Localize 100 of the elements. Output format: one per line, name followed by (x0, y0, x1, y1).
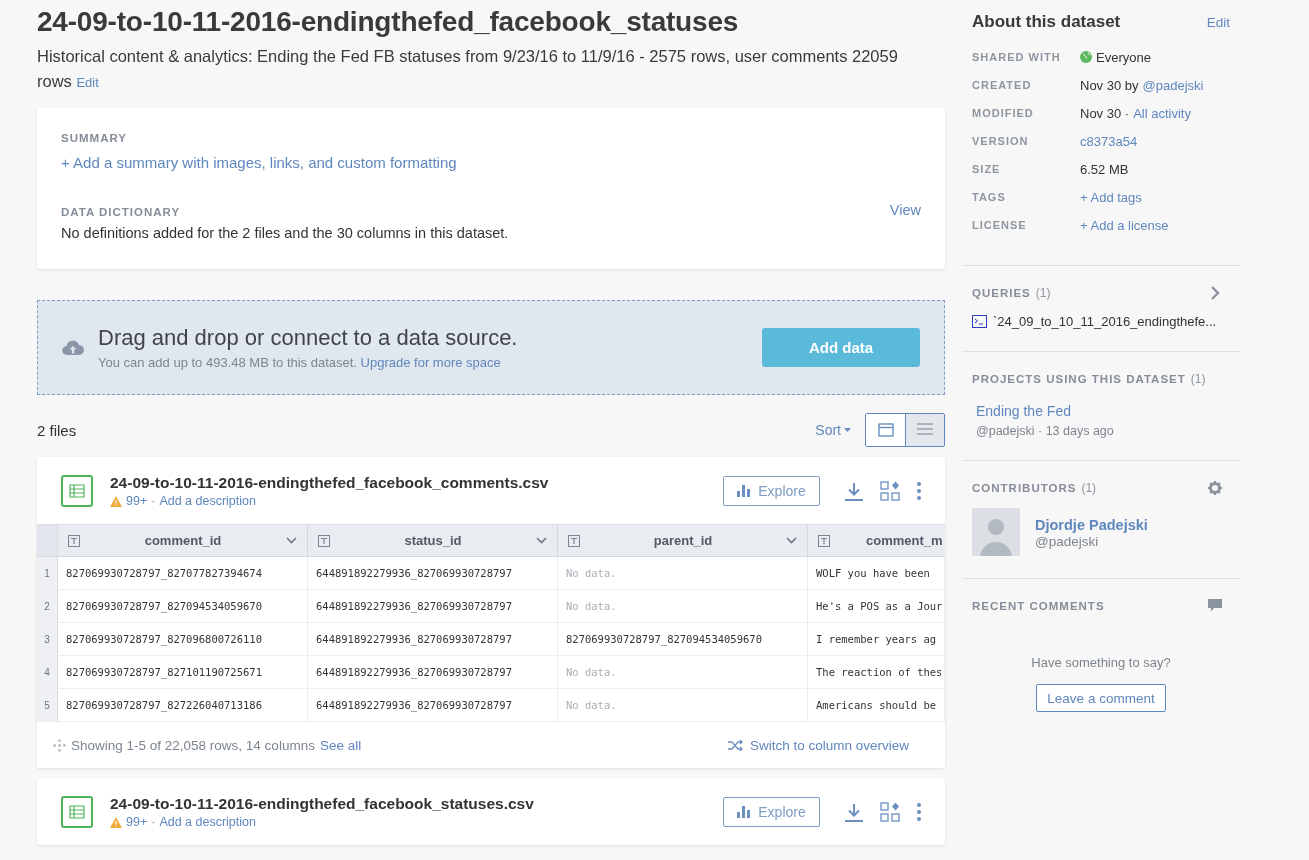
explore-button[interactable]: Explore (723, 476, 820, 506)
meta-link[interactable]: c8373a54 (1080, 133, 1138, 149)
globe-icon (1080, 51, 1092, 63)
card-layout-icon (877, 423, 894, 437)
row-number: 3 (37, 623, 58, 655)
upgrade-link[interactable]: Upgrade for more space (360, 355, 501, 370)
text-type-icon (568, 534, 580, 547)
dictionary-text: No definitions added for the 2 files and the 30 columns in this dataset. (61, 225, 510, 241)
file-name: 24-09-to-10-11-2016-endingthefed_facebook_statuses.csv (110, 795, 535, 813)
list-view-button[interactable] (905, 414, 944, 446)
add-widget-icon[interactable] (880, 802, 900, 822)
column-header[interactable]: comment_m (808, 525, 945, 556)
table-cell: 644891892279936_827069930728797 (308, 689, 558, 721)
edit-link[interactable]: Edit (76, 75, 99, 90)
drop-heading: Drag and drop or connect to a data source. (98, 325, 519, 351)
storage-note: You can add up to 493.48 MB to this dataset. (98, 355, 357, 370)
meta-link[interactable]: + Add tags (1080, 189, 1142, 205)
meta-value: Nov 30 by (1080, 77, 1139, 93)
column-header[interactable]: status_id (308, 525, 558, 556)
table-cell: 827069930728797_827226040713186 (58, 689, 308, 721)
view-link[interactable]: View (889, 202, 921, 218)
project-link[interactable]: Ending the Fed (976, 403, 1071, 419)
download-icon[interactable] (845, 481, 863, 501)
section-label: PROJECTS USING THIS DATASET (972, 373, 1186, 385)
meta-value: Nov 30 · (1080, 105, 1130, 121)
caret-icon (844, 428, 851, 432)
section-label: QUERIES (972, 287, 1031, 299)
table-cell: 644891892279936_827069930728797 (308, 590, 558, 622)
shuffle-icon (727, 739, 743, 751)
see-all-link[interactable]: See all (319, 737, 362, 753)
meta-label: MODIFIED (972, 107, 1035, 119)
table-cell: 644891892279936_827069930728797 (308, 557, 558, 589)
add-description-link[interactable]: Add a description (159, 494, 256, 508)
meta-link[interactable]: + Add a license (1080, 217, 1169, 233)
comment-icon[interactable] (1208, 599, 1222, 612)
section-label: SUMMARY (61, 132, 128, 144)
rows-summary: Showing 1-5 of 22,058 rows, 14 columns (71, 737, 315, 753)
table-cell: 827069930728797_827077827394674 (58, 557, 308, 589)
edit-link[interactable]: Edit (1206, 14, 1230, 30)
drop-zone[interactable]: Drag and drop or connect to a data source. You can add up to 493.48 MB to this dataset. Upgrade for more space Add data (37, 300, 945, 395)
more-options-icon[interactable] (917, 482, 921, 500)
download-icon[interactable] (845, 802, 863, 822)
section-label: DATA DICTIONARY (61, 206, 181, 218)
meta-label: SHARED WITH (972, 51, 1062, 63)
table-cell: Americans should be (808, 689, 945, 721)
table-cell: He's a POS as a Jour (808, 590, 945, 622)
warning-icon (110, 495, 122, 507)
terminal-icon (972, 315, 987, 328)
row-number: 5 (37, 689, 58, 721)
column-header[interactable]: parent_id (558, 525, 808, 556)
chevron-down-icon (786, 537, 797, 544)
column-header[interactable]: comment_id (58, 525, 308, 556)
gear-icon[interactable] (1208, 481, 1222, 495)
table-cell: 827069930728797_827101190725671 (58, 656, 308, 688)
meta-value: 6.52 MB (1080, 161, 1129, 177)
table-cell: No data. (558, 689, 808, 721)
separator-dot: · (151, 815, 156, 829)
meta-label: VERSION (972, 135, 1030, 147)
sort-dropdown[interactable]: Sort (815, 422, 851, 438)
more-options-icon[interactable] (917, 803, 921, 821)
add-widget-icon[interactable] (880, 481, 900, 501)
meta-link[interactable]: @padejski (1142, 77, 1204, 93)
card-view-button[interactable] (866, 414, 905, 446)
meta-label: SIZE (972, 163, 1002, 175)
meta-value: Everyone (1096, 49, 1151, 65)
move-arrows-icon (53, 738, 66, 752)
table-cell: No data. (558, 590, 808, 622)
add-description-link[interactable]: Add a description (159, 815, 256, 829)
chevron-right-icon[interactable] (1208, 286, 1222, 300)
section-count: (1) (1190, 372, 1206, 386)
meta-link[interactable]: All activity (1133, 105, 1191, 121)
add-summary-link[interactable]: + Add a summary with images, links, and custom formatting (61, 154, 457, 171)
project-meta: @padejski · 13 days ago (976, 424, 1115, 438)
leave-comment-button[interactable]: Leave a comment (1036, 684, 1166, 712)
text-type-icon (68, 534, 80, 547)
table-cell: 644891892279936_827069930728797 (308, 623, 558, 655)
section-count: (1) (1081, 481, 1097, 495)
add-data-button[interactable]: Add data (762, 328, 920, 367)
separator-dot: · (151, 494, 156, 508)
query-item[interactable]: `24_09_to_10_11_2016_endingthefe... (972, 314, 1230, 329)
contributor-handle: @padejski (1035, 533, 1100, 549)
table-cell: 827069930728797_827094534059670 (58, 590, 308, 622)
bar-chart-icon (737, 806, 751, 818)
section-label: RECENT COMMENTS (972, 599, 1105, 612)
file-count: 2 files (37, 421, 78, 439)
explore-button[interactable]: Explore (723, 797, 820, 827)
sidebar-heading: About this dataset (972, 12, 1121, 32)
chevron-down-icon (286, 537, 297, 544)
table-cell: No data. (558, 557, 808, 589)
contributor-name[interactable]: Djordje Padejski (1035, 516, 1148, 533)
cloud-upload-icon (62, 339, 84, 356)
text-type-icon (318, 534, 330, 547)
table-cell: 827069930728797_827094534059670 (558, 623, 808, 655)
switch-view-link[interactable]: Switch to column overview (727, 737, 909, 753)
table-cell: WOLF you have been (808, 557, 945, 589)
warning-count[interactable]: 99+ (126, 494, 148, 508)
meta-label: CREATED (972, 79, 1033, 91)
section-count: (1) (1035, 286, 1051, 300)
warning-count[interactable]: 99+ (126, 815, 148, 829)
table-cell: 827069930728797_827096800726110 (58, 623, 308, 655)
